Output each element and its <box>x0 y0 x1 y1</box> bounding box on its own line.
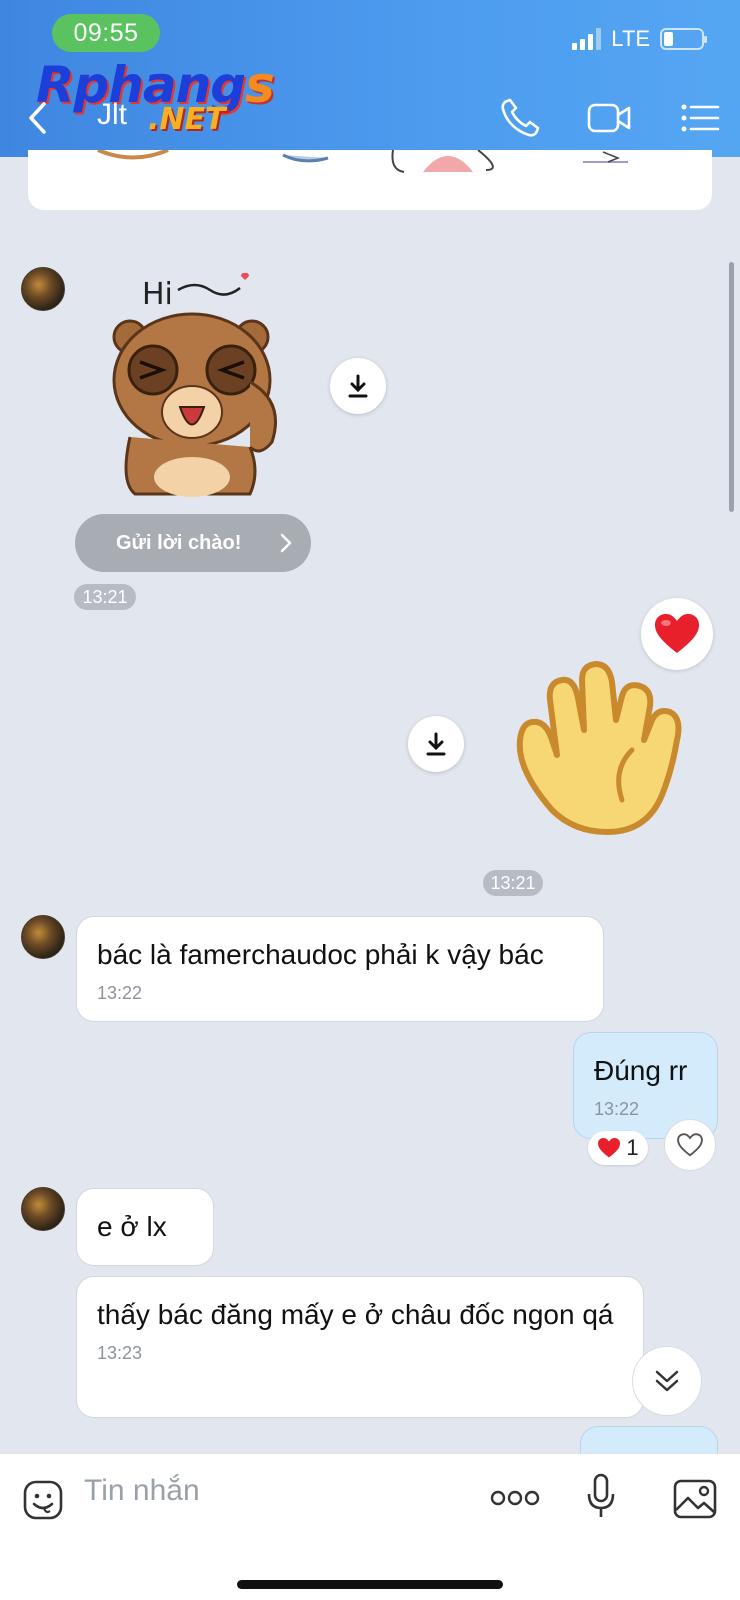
scroll-to-bottom-button[interactable] <box>632 1346 702 1416</box>
waving-hand-sticker[interactable] <box>512 660 692 838</box>
image-gallery-icon[interactable] <box>672 1478 718 1520</box>
avatar[interactable] <box>21 1187 65 1231</box>
message-timestamp: 13:21 <box>483 870 543 896</box>
reaction-count: 1 <box>626 1135 639 1160</box>
status-time: 09:55 <box>52 14 160 52</box>
avatar[interactable] <box>21 915 65 959</box>
back-button[interactable] <box>24 98 54 138</box>
send-greeting-button[interactable]: Gửi lời chào! <box>75 514 311 572</box>
bear-hi-sticker[interactable]: Hi <box>110 262 290 502</box>
message-input-bar: Tin nhắn <box>0 1453 740 1600</box>
svg-text:Hi: Hi <box>142 277 173 312</box>
message-timestamp: 13:21 <box>74 584 136 610</box>
sticker-suggestion-panel <box>28 150 712 210</box>
message-text: bác là famerchaudoc phải k vậy bác <box>97 939 544 970</box>
home-indicator <box>237 1580 503 1589</box>
message-bubble-received[interactable]: e ở lx <box>76 1188 214 1266</box>
status-indicators: LTE <box>572 26 707 52</box>
reaction-summary[interactable]: 1 <box>588 1131 648 1165</box>
microphone-icon[interactable] <box>586 1472 616 1520</box>
network-label: LTE <box>611 26 650 51</box>
download-icon <box>426 732 446 756</box>
heart-icon <box>655 614 699 653</box>
message-bubble-received[interactable]: bác là famerchaudoc phải k vậy bác 13:22 <box>76 916 604 1022</box>
react-button[interactable] <box>664 1119 716 1171</box>
chat-title[interactable]: Jlt <box>97 98 127 132</box>
signal-icon <box>572 28 602 50</box>
message-time: 13:22 <box>97 983 143 1003</box>
download-icon <box>348 374 368 398</box>
message-time: 13:22 <box>594 1099 640 1119</box>
battery-icon <box>660 28 707 50</box>
more-options-icon[interactable] <box>490 1490 540 1506</box>
message-time: 13:23 <box>97 1343 143 1363</box>
avatar[interactable] <box>21 267 65 311</box>
list-menu-icon[interactable] <box>678 96 724 140</box>
scrollbar[interactable] <box>729 262 734 512</box>
message-input[interactable]: Tin nhắn <box>84 1474 200 1508</box>
chat-header: 09:55 LTE Rphangs .NET Jlt <box>0 0 740 157</box>
watermark-logo: Rphangs .NET <box>36 56 275 137</box>
message-text: Đúng rr <box>594 1055 688 1086</box>
download-button[interactable] <box>408 716 464 772</box>
double-chevron-down-icon <box>655 1370 679 1392</box>
greeting-label: Gửi lời chào! <box>116 531 242 554</box>
chevron-right-icon <box>280 533 292 553</box>
download-button[interactable] <box>330 358 386 414</box>
message-text: thấy bác đăng mấy e ở châu đốc ngon qá <box>97 1299 614 1330</box>
heart-icon <box>598 1138 621 1158</box>
message-bubble-received[interactable]: thấy bác đăng mấy e ở châu đốc ngon qá 1… <box>76 1276 644 1418</box>
heart-outline-icon <box>677 1133 703 1157</box>
message-text: e ở lx <box>97 1211 167 1242</box>
video-icon[interactable] <box>586 96 632 140</box>
sticker-previews[interactable] <box>28 150 712 210</box>
phone-icon[interactable] <box>498 96 544 140</box>
sticker-emoji-icon[interactable] <box>22 1479 64 1521</box>
